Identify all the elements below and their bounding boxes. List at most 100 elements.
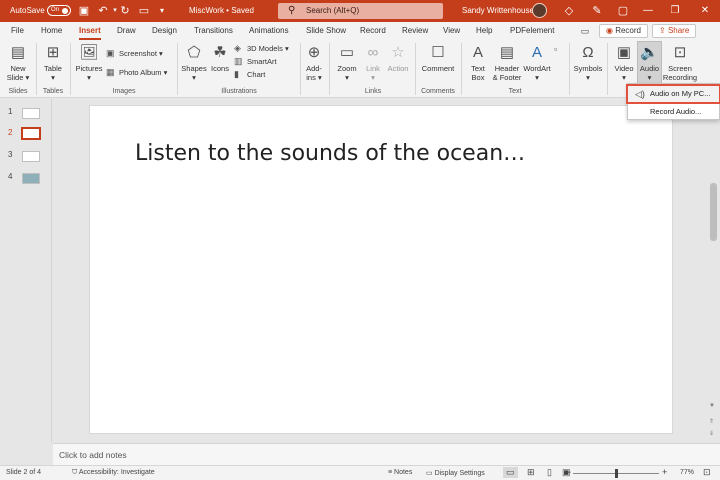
slide-title[interactable]: Listen to the sounds of the ocean… [135, 141, 525, 166]
tab-design[interactable]: Design [152, 26, 177, 35]
zoom-out-icon[interactable]: − [566, 467, 571, 477]
maximize-icon[interactable]: ❐ [662, 2, 688, 20]
previous-slide-icon[interactable]: ⇑ [709, 418, 714, 425]
notes-placeholder: Click to add notes [59, 450, 127, 460]
record-button[interactable]: ◉ Record [599, 24, 648, 38]
redo-icon[interactable]: ↻ [118, 4, 132, 18]
record-audio-item[interactable]: Record Audio... [628, 104, 719, 120]
ribbon-display-icon[interactable]: ▢ [616, 4, 630, 18]
vertical-scrollbar[interactable] [708, 99, 720, 442]
tab-help[interactable]: Help [476, 26, 492, 35]
notes-pane[interactable]: Click to add notes [53, 443, 720, 465]
pen-icon[interactable]: ✎ [590, 4, 604, 18]
pictures-button[interactable]: 🖼 Pictures ▾ [74, 43, 104, 82]
tab-file[interactable]: File [11, 26, 24, 35]
tab-slide-show[interactable]: Slide Show [306, 26, 346, 35]
add-ins-label-2: ins [306, 72, 316, 82]
search-box[interactable]: ⚲ Search (Alt+Q) [278, 3, 443, 19]
tab-animations[interactable]: Animations [249, 26, 289, 35]
photo-album-label: Photo Album [119, 68, 162, 77]
tab-review[interactable]: Review [402, 26, 428, 35]
tab-view[interactable]: View [443, 26, 460, 35]
smartart-button[interactable]: ▥ SmartArt [234, 56, 277, 67]
new-slide-icon: ▤ [10, 44, 26, 61]
slide-sorter-view-icon[interactable]: ⊞ [527, 467, 535, 478]
slide-info[interactable]: Slide 2 of 4 [6, 469, 41, 476]
user-name[interactable]: Sandy Writtenhouse [462, 6, 534, 15]
slide-thumbnail-1[interactable] [22, 108, 40, 119]
normal-view-icon[interactable]: ▭ [503, 467, 518, 478]
customize-toolbar-icon[interactable]: ▾ [155, 4, 169, 18]
comments-icon[interactable]: ▭ [578, 25, 592, 37]
tab-insert[interactable]: Insert [79, 26, 101, 40]
record-dot-icon: ◉ [606, 26, 616, 35]
smartart-icon: ▥ [234, 56, 243, 66]
video-button[interactable]: ▣ Video ▾ [611, 43, 637, 82]
scrollbar-thumb[interactable] [710, 183, 717, 241]
share-label: Share [667, 26, 690, 35]
zoom-in-icon[interactable]: + [662, 467, 667, 477]
slide-thumbnail-3[interactable] [22, 151, 40, 162]
action-button[interactable]: ☆ Action [385, 43, 411, 74]
scroll-down-icon[interactable]: ▼ [709, 403, 715, 409]
audio-dropdown-menu: ◁) Audio on My PC... Record Audio... [626, 83, 720, 120]
tab-draw[interactable]: Draw [117, 26, 136, 35]
slide-thumbnail-4[interactable] [22, 173, 40, 184]
3d-models-button[interactable]: ◈ 3D Models ▾ [234, 43, 289, 54]
diamond-icon[interactable]: ◇ [562, 4, 576, 18]
presentation-icon[interactable]: ▭ [137, 4, 151, 18]
symbols-button[interactable]: Ω Symbols ▾ [572, 43, 604, 82]
share-button[interactable]: ⇪ Share [652, 24, 697, 38]
screenshot-button[interactable]: ▣ Screenshot ▾ [106, 48, 163, 59]
avatar[interactable] [532, 3, 547, 18]
autosave-toggle[interactable]: On [47, 5, 71, 16]
group-separator [607, 43, 608, 95]
minimize-icon[interactable]: — [635, 2, 661, 20]
header-footer-label-2: & Footer [492, 72, 522, 82]
chart-button[interactable]: ▮ Chart [234, 69, 265, 80]
zoom-slider-thumb[interactable] [615, 469, 618, 478]
table-button[interactable]: ⊞ Table ▾ [40, 43, 66, 82]
audio-on-my-pc-item[interactable]: ◁) Audio on My PC... [626, 84, 720, 104]
tab-pdfelement[interactable]: PDFelement [510, 26, 554, 35]
pictures-icon: 🖼 [79, 44, 99, 61]
new-slide-label-2: Slide [6, 72, 24, 82]
tab-transitions[interactable]: Transitions [194, 26, 233, 35]
photo-album-button[interactable]: ▦ Photo Album ▾ [106, 67, 167, 78]
wordart-icon: A [531, 44, 542, 61]
document-title[interactable]: MiscWork • Saved [189, 6, 254, 15]
comment-label: Comment [421, 64, 455, 73]
shapes-button[interactable]: ⬠ Shapes ▾ [180, 43, 208, 82]
tab-record[interactable]: Record [360, 26, 386, 35]
display-settings-button[interactable]: ▭ Display Settings [426, 469, 485, 477]
icons-label: Icons [211, 64, 229, 73]
reading-view-icon[interactable]: ▯ [547, 467, 552, 478]
add-ins-button[interactable]: ⊕ Add- ins ▾ [302, 43, 326, 82]
tab-home[interactable]: Home [41, 26, 62, 35]
fit-slide-icon[interactable]: ⊡ [703, 467, 711, 478]
accessibility-status[interactable]: ⛉ Accessibility: Investigate [72, 469, 155, 477]
save-icon[interactable]: ▣ [77, 4, 91, 18]
wordart-button[interactable]: A WordArt ▾ [522, 43, 552, 82]
slide-thumbnail-2[interactable] [21, 127, 41, 140]
comment-button[interactable]: ☐ Comment [418, 43, 458, 74]
screen-recording-button[interactable]: ⊡ Screen Recording [662, 43, 698, 82]
current-slide[interactable]: Listen to the sounds of the ocean… [89, 105, 673, 434]
link-icon: ∞ [367, 44, 379, 61]
group-label-text: Text [508, 88, 522, 95]
icons-button[interactable]: ☘ Icons [208, 43, 232, 74]
audio-button[interactable]: 🔈 Audio ▾ [637, 43, 662, 82]
text-box-button[interactable]: A Text Box [465, 43, 491, 82]
link-button[interactable]: ∞ Link ▾ [361, 43, 385, 82]
next-slide-icon[interactable]: ⇓ [709, 430, 714, 437]
zoom-button[interactable]: ▭ Zoom ▾ [334, 43, 360, 82]
speaker-icon: 🔈 [640, 44, 659, 61]
zoom-level[interactable]: 77% [680, 469, 694, 476]
text-extra-buttons[interactable]: ▫ [554, 44, 567, 55]
header-footer-icon: ▤ [499, 44, 515, 61]
close-icon[interactable]: ✕ [692, 2, 718, 20]
new-slide-button[interactable]: ▤ New Slide ▾ [4, 43, 32, 82]
display-settings-label: Display Settings [434, 470, 485, 477]
header-footer-button[interactable]: ▤ Header & Footer [490, 43, 524, 82]
notes-toggle[interactable]: ≡ Notes [388, 469, 412, 476]
